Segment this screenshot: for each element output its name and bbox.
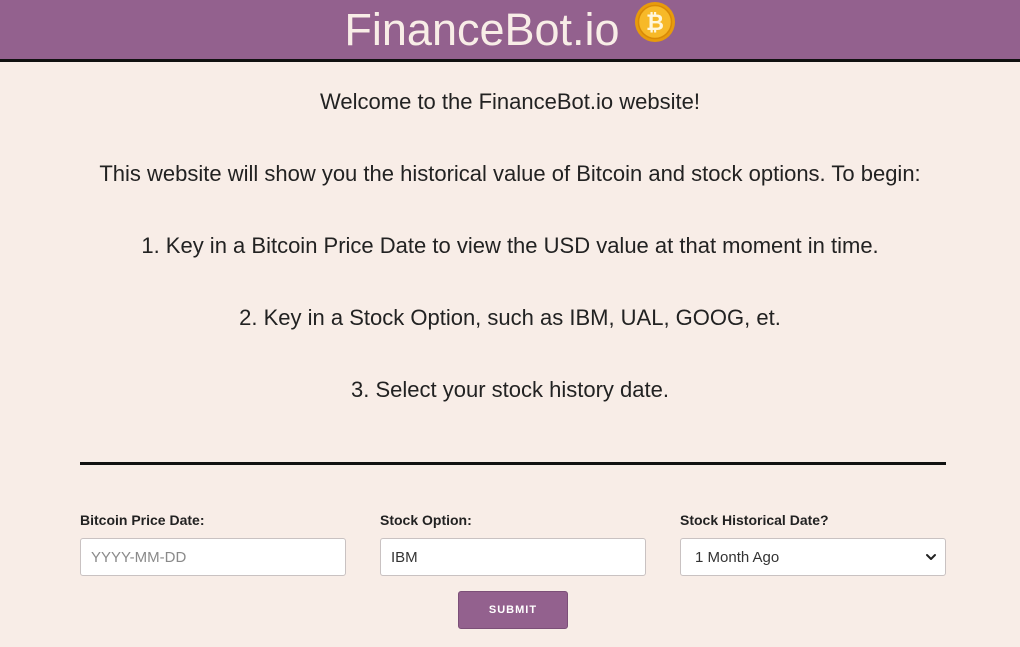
description-text: This website will show you the historica… [99, 161, 921, 186]
bitcoin-symbol: ₿ [646, 11, 664, 36]
history-date-label: Stock Historical Date? [680, 512, 829, 528]
bitcoin-icon: ₿ [634, 1, 675, 42]
history-date-field-group: Stock Historical Date? 1 Month Ago [680, 512, 946, 576]
stock-option-field-group: Stock Option: [380, 512, 646, 576]
brand: FinanceBot.io ₿ [344, 0, 675, 59]
chevron-down-icon [926, 554, 936, 560]
step-3-text: 3. Select your stock history date. [351, 377, 669, 402]
welcome-text: Welcome to the FinanceBot.io website! [320, 89, 700, 114]
step-2-text: 2. Key in a Stock Option, such as IBM, U… [239, 305, 781, 330]
site-header: FinanceBot.io ₿ [0, 0, 1020, 62]
bitcoin-date-field-group: Bitcoin Price Date: [80, 512, 346, 576]
submit-button[interactable]: SUBMIT [458, 591, 568, 629]
bitcoin-date-input[interactable] [80, 538, 346, 576]
history-date-selected-value: 1 Month Ago [695, 548, 780, 566]
step-1-text: 1. Key in a Bitcoin Price Date to view t… [141, 233, 879, 258]
site-title: FinanceBot.io [344, 4, 620, 55]
history-date-select[interactable]: 1 Month Ago [680, 538, 946, 576]
section-divider [80, 462, 946, 465]
bitcoin-date-label: Bitcoin Price Date: [80, 512, 205, 528]
intro-section: Welcome to the FinanceBot.io website! Th… [0, 84, 1020, 444]
stock-option-input[interactable] [380, 538, 646, 576]
stock-option-label: Stock Option: [380, 512, 472, 528]
